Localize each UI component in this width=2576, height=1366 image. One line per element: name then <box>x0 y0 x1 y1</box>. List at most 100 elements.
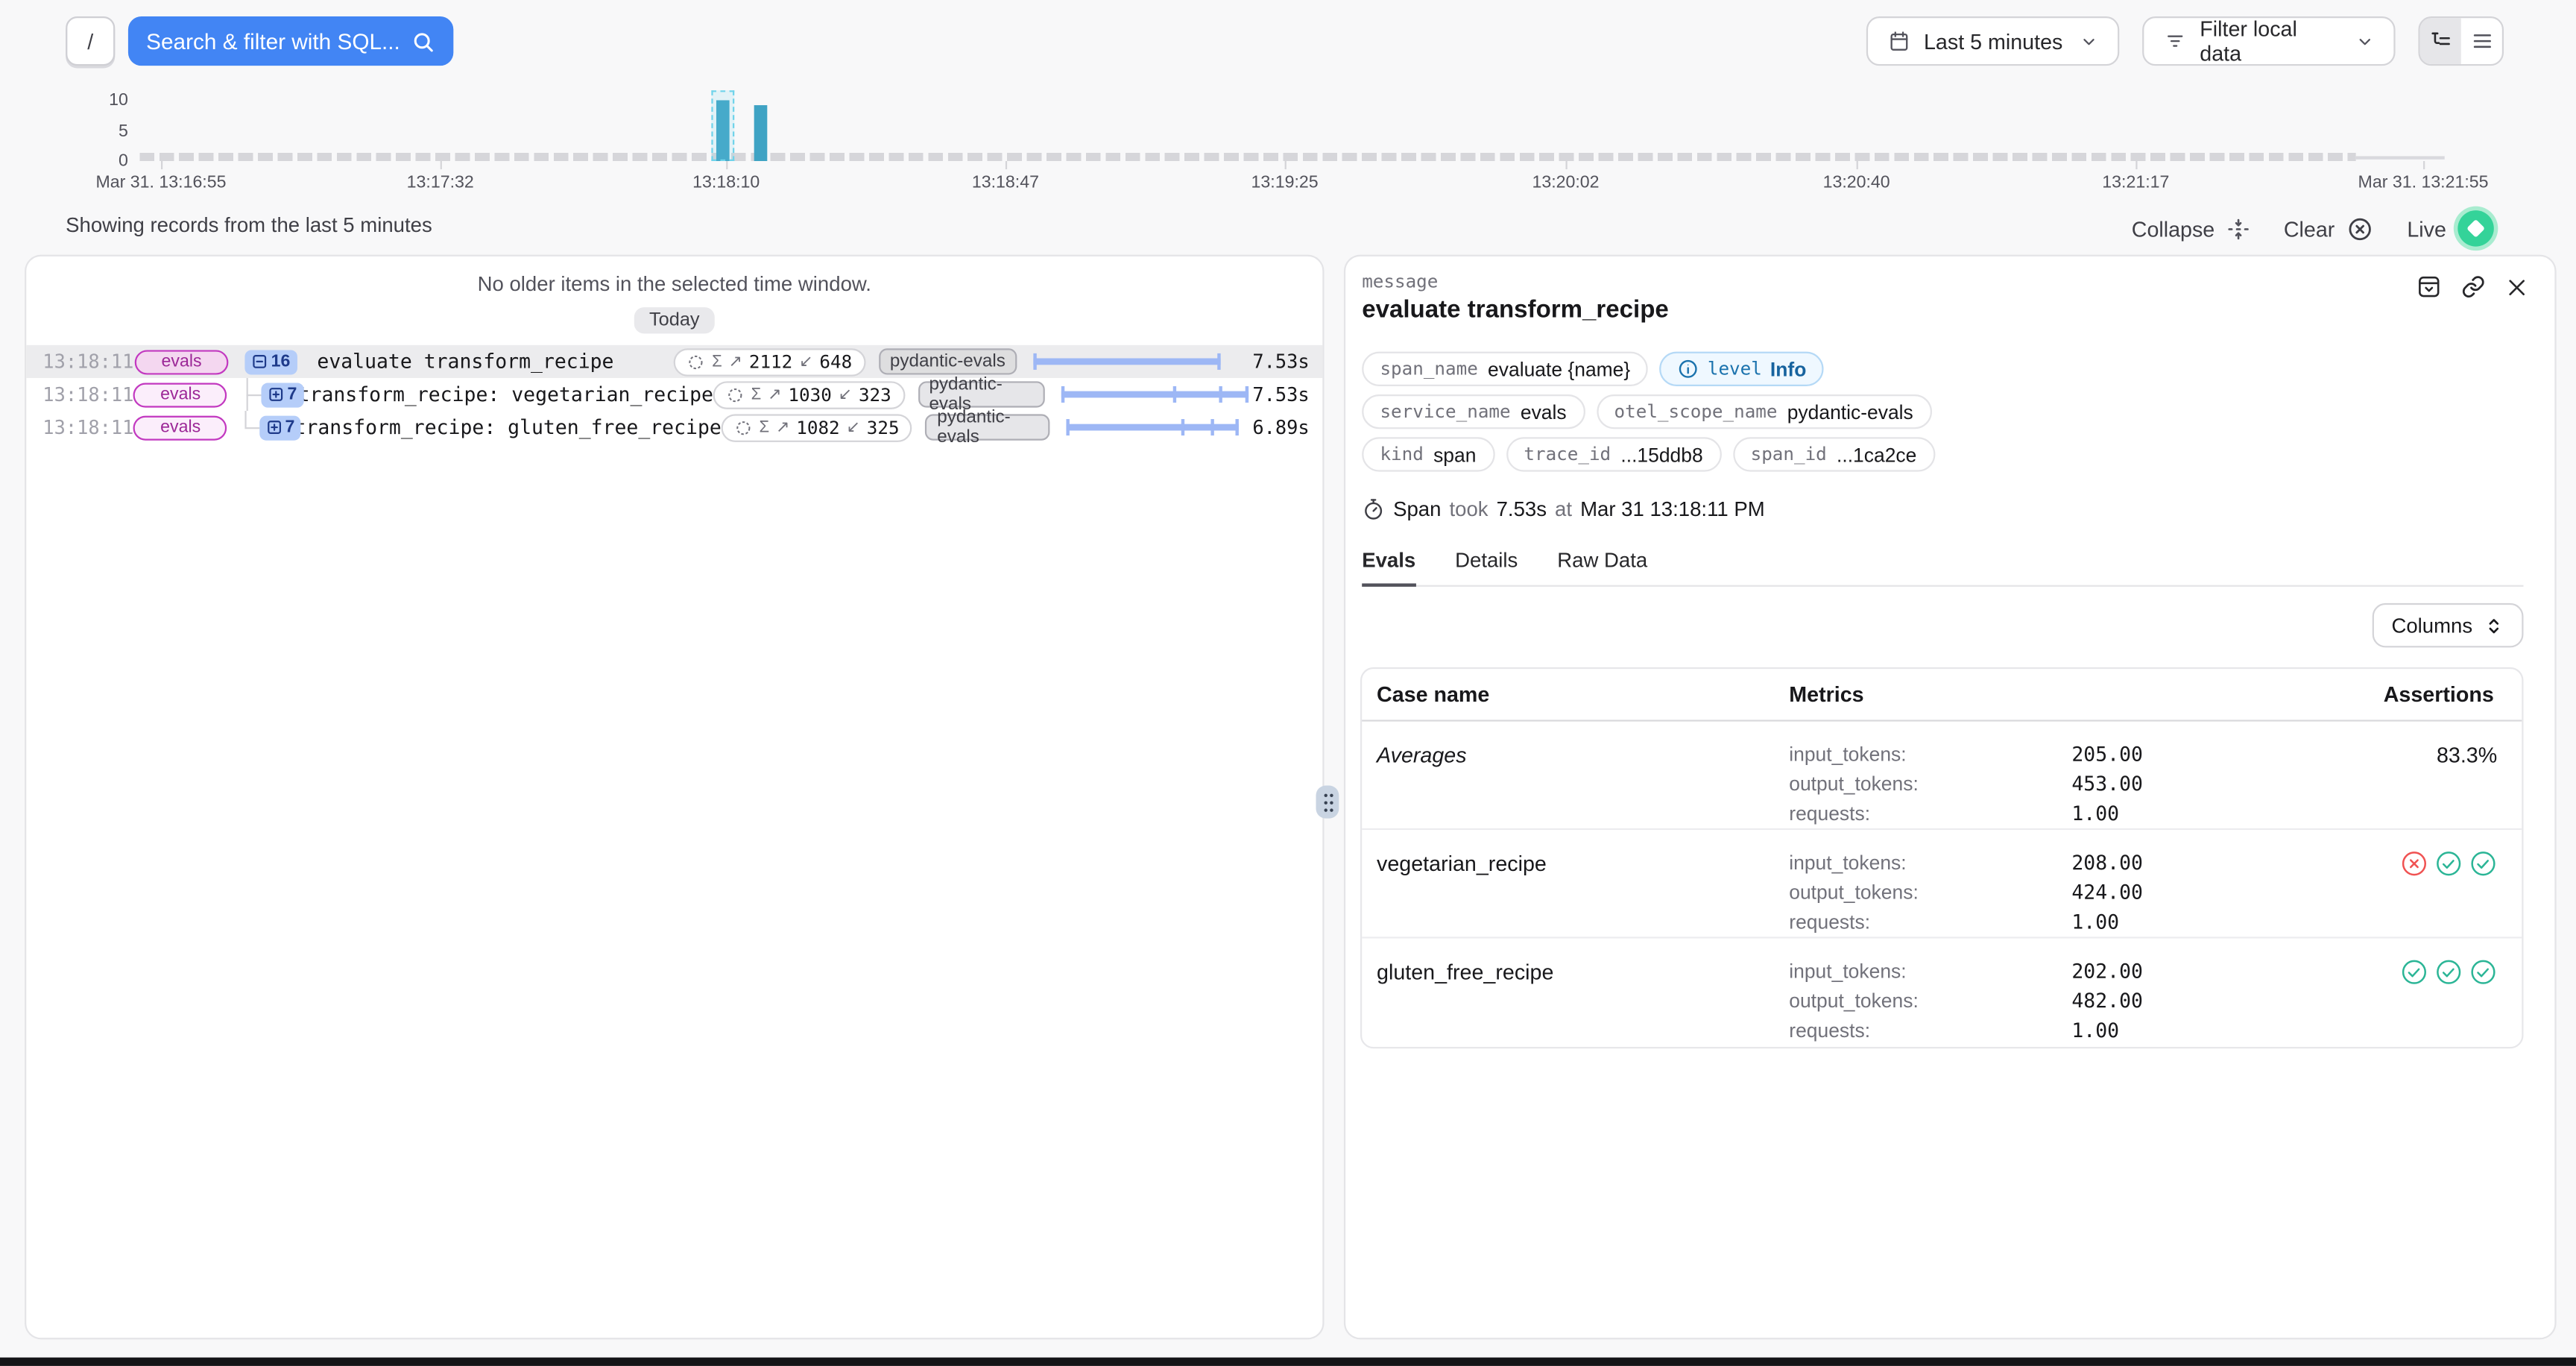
assertions-cell <box>2216 830 2522 937</box>
clear-label: Clear <box>2284 216 2334 241</box>
attr-otel-scope-name[interactable]: otel_scope_name pydantic-evals <box>1596 394 1931 429</box>
attr-service-name[interactable]: service_name evals <box>1362 394 1585 429</box>
evals-table-header: Case name Metrics Assertions <box>1362 669 2522 722</box>
timeline-histogram: 10 5 0 Mar 31. 13:16:55 13:17:32 13:18:1… <box>0 79 2576 198</box>
collapse-label: Collapse <box>2132 216 2215 241</box>
summary-timestamp: Mar 31 13:18:11 PM <box>1580 498 1765 521</box>
slash-shortcut-key[interactable]: / <box>66 16 115 66</box>
histogram-bar[interactable] <box>754 105 768 161</box>
x-axis-label: 13:18:47 <box>972 172 1039 192</box>
evals-tag-pill[interactable]: evals <box>135 349 229 374</box>
detail-title: evaluate transform_recipe <box>1362 296 1669 324</box>
trace-rows: 13:18:11 evals 16 evaluate transform_rec… <box>26 345 1322 444</box>
x-axis-label: 13:21:17 <box>2102 172 2169 192</box>
copy-link-icon[interactable] <box>2461 274 2486 299</box>
scope-tag[interactable]: pydantic-evals <box>918 381 1044 407</box>
evals-tag-label: evals <box>162 352 202 371</box>
columns-button[interactable]: Columns <box>2372 603 2524 648</box>
panel-resize-handle[interactable] <box>1316 786 1339 819</box>
time-range-dropdown[interactable]: Last 5 minutes <box>1866 16 2119 66</box>
collapse-children-badge[interactable]: 16 <box>244 349 297 374</box>
x-axis-tick <box>1857 161 1858 169</box>
clear-button[interactable]: Clear <box>2284 215 2374 242</box>
duration-text: 7.53s <box>1236 383 1323 406</box>
filter-local-data-dropdown[interactable]: Filter local data <box>2142 16 2395 66</box>
sigma-icon: Σ <box>760 418 770 436</box>
output-tokens: 648 <box>819 351 852 373</box>
filter-icon <box>2164 30 2187 53</box>
scope-tag-label: pydantic-evals <box>937 408 1038 447</box>
attribute-row-3: kind span trace_id ...15ddb8 span_id ...… <box>1362 437 1934 471</box>
tree-view-toggle[interactable] <box>2420 18 2461 64</box>
metric-value: 1.00 <box>2071 910 2119 934</box>
filter-label: Filter local data <box>2200 16 2343 66</box>
x-axis-tick <box>161 161 162 169</box>
attr-kind[interactable]: kind span <box>1362 437 1494 471</box>
open-in-panel-icon[interactable] <box>2416 274 2441 299</box>
coin-icon <box>687 353 705 371</box>
metric-value: 208.00 <box>2071 852 2143 875</box>
evals-table: Case name Metrics Assertions Averages in… <box>1360 667 2524 1048</box>
attr-trace-id[interactable]: trace_id ...15ddb8 <box>1506 437 1721 471</box>
attr-key: otel_scope_name <box>1614 401 1778 423</box>
row-timestamp: 13:18:11 <box>26 416 133 439</box>
table-row-vegetarian-recipe: vegetarian_recipe input_tokens:208.00 ou… <box>1362 830 2522 938</box>
expand-children-badge[interactable]: 7 <box>259 415 301 440</box>
span-duration-bar <box>1033 352 1227 371</box>
list-view-toggle[interactable] <box>2461 18 2502 64</box>
calendar-icon <box>1888 30 1911 53</box>
attr-value: ...1ca2ce <box>1837 443 1916 466</box>
detail-tabs: Evals Details Raw Data <box>1362 549 2523 587</box>
tree-connector <box>244 411 245 427</box>
metric-value: 205.00 <box>2071 743 2143 766</box>
evals-tag-label: evals <box>160 418 201 437</box>
attr-key: kind <box>1380 444 1423 465</box>
row-timestamp: 13:18:11 <box>26 383 133 406</box>
attribute-row-2: service_name evals otel_scope_name pydan… <box>1362 394 1931 429</box>
attr-span-name[interactable]: span_name evaluate {name} <box>1362 352 1648 386</box>
attr-value: span <box>1433 443 1476 466</box>
trace-row-child[interactable]: 13:18:11 evals 7 transform_recipe: veget… <box>26 378 1322 411</box>
arrow-up-right-icon: ↗ <box>768 385 781 403</box>
attr-level[interactable]: level Info <box>1660 352 1825 386</box>
span-name: transform_recipe: vegetarian_recipe <box>298 383 713 406</box>
evals-tag-pill[interactable]: evals <box>133 415 227 440</box>
slash-shortcut-label: / <box>87 29 93 54</box>
arrow-down-left-icon: ↙ <box>799 353 812 371</box>
scope-tag[interactable]: pydantic-evals <box>878 348 1017 374</box>
y-axis-tick-5: 5 <box>86 121 128 140</box>
scope-tag[interactable]: pydantic-evals <box>926 414 1050 440</box>
row-timestamp: 13:18:11 <box>26 350 134 373</box>
top-right-controls: Last 5 minutes Filter local data <box>1866 16 2504 66</box>
trace-row-root[interactable]: 13:18:11 evals 16 evaluate transform_rec… <box>26 345 1322 378</box>
expand-children-badge[interactable]: 7 <box>261 382 303 406</box>
live-toggle[interactable]: Live <box>2407 210 2494 246</box>
span-duration-summary: Span took 7.53s at Mar 31 13:18:11 PM <box>1362 498 1764 521</box>
assertion-pass-icon <box>2469 958 2497 986</box>
x-axis-label: 13:18:10 <box>692 172 760 192</box>
attr-value: evals <box>1521 400 1567 424</box>
metric-label: requests: <box>1789 910 2071 934</box>
collapse-button[interactable]: Collapse <box>2132 216 2251 241</box>
app-window: / Search & filter with SQL... Last 5 min… <box>0 0 2576 1366</box>
tab-details[interactable]: Details <box>1455 549 1518 585</box>
tab-raw-data[interactable]: Raw Data <box>1557 549 1647 585</box>
tab-evals[interactable]: Evals <box>1362 549 1415 587</box>
table-row-averages: Averages input_tokens:205.00 output_toke… <box>1362 722 2522 830</box>
search-button[interactable]: Search & filter with SQL... <box>128 16 453 66</box>
duration-text: 7.53s <box>1227 350 1322 373</box>
attr-span-id[interactable]: span_id ...1ca2ce <box>1732 437 1934 471</box>
summary-at-word: at <box>1555 498 1572 521</box>
trace-row-child[interactable]: 13:18:11 evals 7 transform_recipe: glute… <box>26 411 1322 444</box>
metric-value: 453.00 <box>2071 772 2143 796</box>
time-range-label: Last 5 minutes <box>1924 29 2062 54</box>
stopwatch-icon <box>1362 498 1385 521</box>
arrow-down-left-icon: ↙ <box>846 418 859 436</box>
x-axis-label: Mar 31. 13:21:55 <box>2358 172 2489 192</box>
close-icon[interactable] <box>2505 275 2528 298</box>
evals-tag-pill[interactable]: evals <box>133 382 227 406</box>
clear-circle-x-icon <box>2346 215 2374 242</box>
tree-toggle-cell: 7 <box>230 378 297 411</box>
window-bottom-edge <box>0 1358 2576 1366</box>
status-actions: Collapse Clear Live <box>2132 210 2494 246</box>
